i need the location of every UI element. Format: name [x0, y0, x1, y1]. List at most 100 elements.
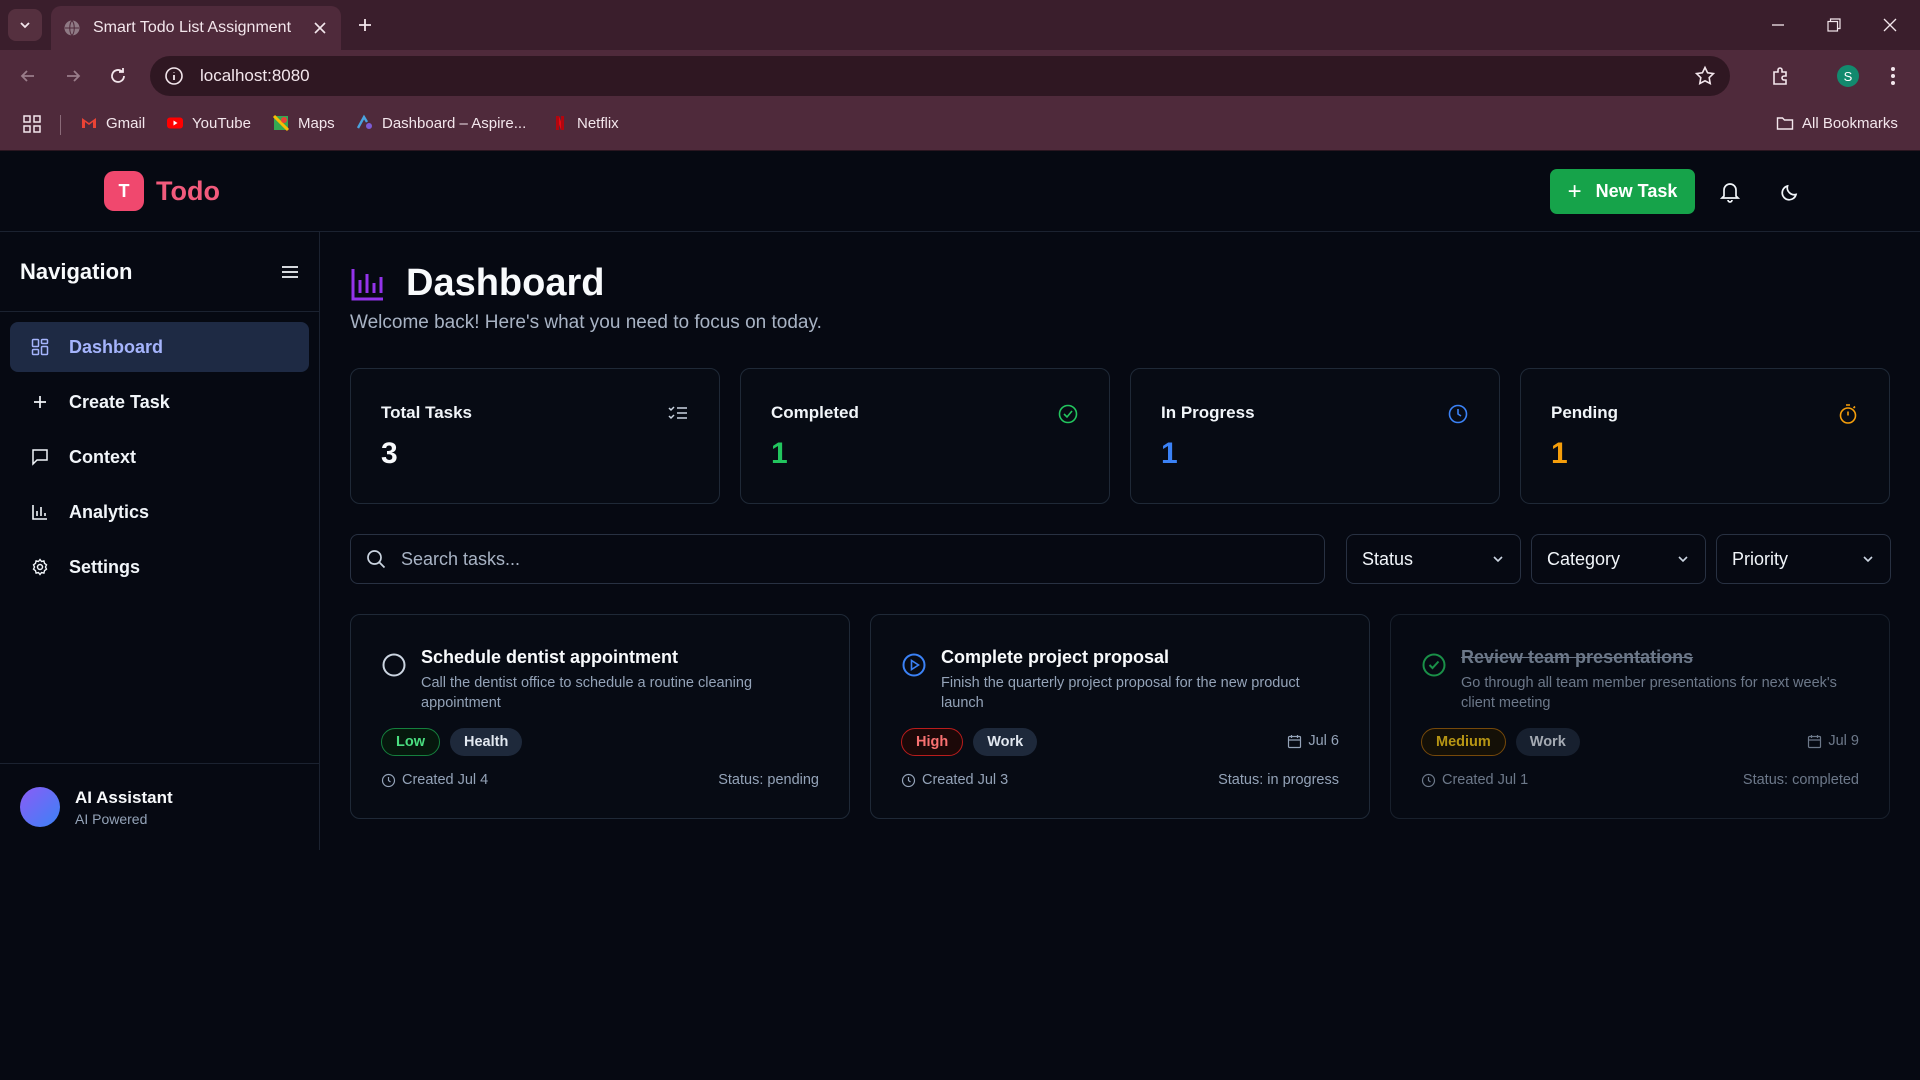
extensions-button[interactable]: [1766, 61, 1796, 91]
all-bookmarks-label: All Bookmarks: [1802, 114, 1898, 132]
ai-assistant-panel[interactable]: AI Assistant AI Powered: [0, 763, 320, 850]
bookmark-gmail[interactable]: Gmail: [80, 114, 145, 132]
category-badge: Work: [1515, 728, 1580, 756]
stat-value: 1: [1161, 437, 1178, 470]
reload-button[interactable]: [103, 61, 133, 91]
folder-icon: [1776, 117, 1794, 130]
brand[interactable]: T Todo: [104, 171, 220, 211]
plus-icon: [30, 392, 50, 412]
stat-card-total: Total Tasks 3: [350, 368, 720, 504]
profile-avatar[interactable]: S: [1837, 65, 1859, 87]
task-card[interactable]: Schedule dentist appointment Call the de…: [350, 614, 850, 819]
bell-icon: [1720, 183, 1740, 203]
task-card[interactable]: Complete project proposal Finish the qua…: [870, 614, 1370, 819]
aspire-icon: [356, 114, 372, 129]
notifications-button[interactable]: [1717, 179, 1743, 205]
forward-button[interactable]: [58, 61, 88, 91]
back-button[interactable]: [13, 61, 43, 91]
due-text: Jul 6: [1308, 733, 1339, 749]
address-bar[interactable]: localhost:8080: [150, 56, 1730, 96]
message-icon: [30, 447, 50, 467]
created-text: Created Jul 3: [922, 772, 1009, 788]
bookmark-aspire[interactable]: Dashboard – Aspire...: [356, 114, 526, 132]
bookmark-label: Maps: [298, 114, 335, 132]
stat-value: 1: [771, 437, 788, 470]
task-description: Call the dentist office to schedule a ro…: [421, 675, 753, 711]
stat-card-completed: Completed 1: [740, 368, 1110, 504]
priority-badge: High: [901, 728, 964, 756]
netflix-icon: [556, 116, 564, 130]
sidebar-item-context[interactable]: Context: [10, 432, 309, 482]
theme-toggle-button[interactable]: [1777, 179, 1803, 205]
select-value: Priority: [1732, 548, 1789, 569]
sidebar-item-analytics[interactable]: Analytics: [10, 487, 309, 537]
tab-search-button[interactable]: [8, 9, 42, 41]
stat-label: Completed: [771, 403, 859, 422]
minimize-button[interactable]: [1750, 0, 1806, 50]
stat-card-pending: Pending 1: [1520, 368, 1890, 504]
circle-icon[interactable]: [381, 652, 407, 678]
bookmark-star-icon[interactable]: [1694, 65, 1716, 87]
all-bookmarks-button[interactable]: All Bookmarks: [1776, 114, 1898, 132]
bookmark-label: Netflix: [577, 114, 619, 132]
filter-bar: Status Category Priority: [350, 534, 1891, 584]
browser-tabstrip: Smart Todo List Assignment: [0, 0, 1920, 50]
task-description: Go through all team member presentations…: [1461, 675, 1837, 711]
priority-filter-select[interactable]: Priority: [1716, 534, 1891, 584]
created-text: Created Jul 1: [1442, 772, 1529, 788]
play-circle-icon[interactable]: [901, 652, 927, 678]
search-input[interactable]: [401, 548, 1301, 570]
bookmark-label: Gmail: [106, 114, 146, 132]
stat-card-in-progress: In Progress 1: [1130, 368, 1500, 504]
calendar-icon: [1288, 734, 1302, 748]
ai-name: AI Assistant: [75, 787, 173, 807]
grid-icon: [30, 337, 50, 357]
info-icon[interactable]: [162, 64, 186, 88]
bookmark-youtube[interactable]: YouTube: [166, 114, 251, 132]
task-title: Review team presentations: [1461, 647, 1694, 667]
task-created: Created Jul 1: [1421, 772, 1528, 788]
brand-logo: T: [104, 171, 144, 211]
sidebar-item-settings[interactable]: Settings: [10, 542, 309, 592]
bookmark-maps[interactable]: Maps: [272, 114, 335, 132]
sidebar-title: Navigation: [20, 258, 133, 284]
task-list: Schedule dentist appointment Call the de…: [350, 614, 1890, 819]
new-task-button[interactable]: + New Task: [1550, 169, 1695, 214]
search-icon: [367, 550, 386, 569]
minimize-icon: [1772, 24, 1784, 26]
search-box[interactable]: [350, 534, 1325, 584]
restore-button[interactable]: [1806, 0, 1862, 50]
task-due-date: Jul 9: [1807, 733, 1859, 749]
arrow-right-icon: [67, 70, 81, 82]
timer-icon: [1839, 404, 1857, 424]
sidebar-item-dashboard[interactable]: Dashboard: [10, 322, 309, 372]
browser-menu-button[interactable]: [1878, 61, 1908, 91]
priority-badge: Low: [381, 728, 440, 756]
apps-button[interactable]: [22, 114, 42, 134]
bookmark-netflix[interactable]: Netflix: [551, 114, 619, 132]
menu-icon[interactable]: [281, 265, 299, 279]
task-status-text: Status: pending: [718, 772, 819, 788]
bookmark-separator: [60, 115, 61, 135]
puzzle-icon: [1773, 67, 1787, 85]
status-filter-select[interactable]: Status: [1346, 534, 1521, 584]
task-due-date: Jul 6: [1287, 733, 1339, 749]
close-tab-icon[interactable]: [311, 19, 329, 37]
due-text: Jul 9: [1828, 733, 1859, 749]
bar-chart-icon: [351, 268, 383, 300]
task-card[interactable]: Review team presentations Go through all…: [1390, 614, 1890, 819]
check-circle-icon[interactable]: [1421, 652, 1447, 678]
tab-title: Smart Todo List Assignment: [93, 19, 292, 36]
browser-tab[interactable]: Smart Todo List Assignment: [51, 6, 341, 50]
gear-icon: [30, 557, 50, 577]
list-check-icon: [668, 406, 687, 420]
task-created: Created Jul 4: [381, 772, 488, 788]
stats-row: Total Tasks 3 Completed 1 In Progress 1 …: [350, 368, 1890, 504]
stat-value: 3: [381, 437, 398, 470]
new-tab-button[interactable]: [352, 12, 378, 38]
sidebar-item-create-task[interactable]: Create Task: [10, 377, 309, 427]
category-filter-select[interactable]: Category: [1531, 534, 1706, 584]
close-window-button[interactable]: [1862, 0, 1918, 50]
select-value: Category: [1547, 548, 1621, 569]
brand-name: Todo: [156, 175, 220, 206]
